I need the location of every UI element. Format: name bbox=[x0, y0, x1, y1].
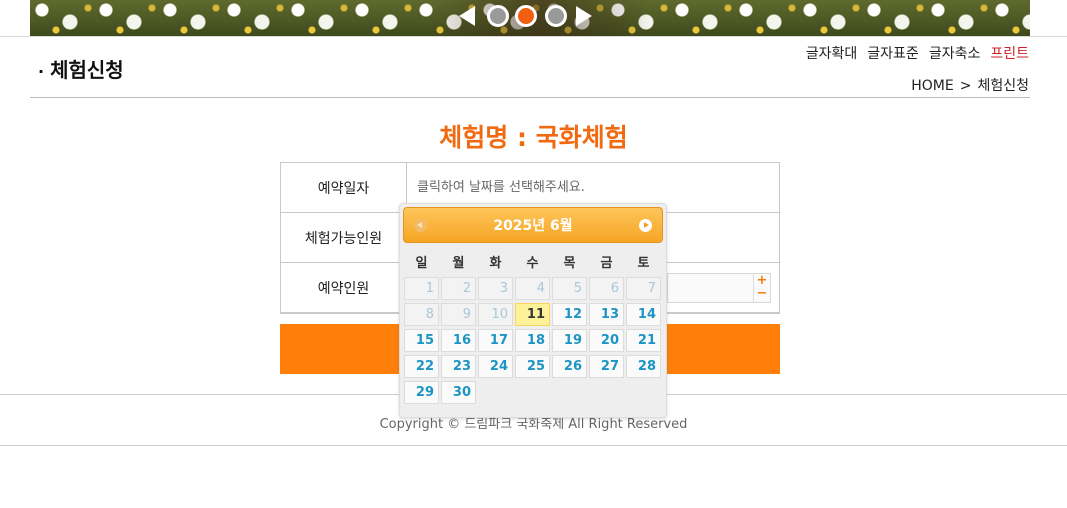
banner-image bbox=[30, 0, 1030, 36]
title-bullet: · bbox=[38, 62, 45, 81]
print-button[interactable]: 프린트 bbox=[990, 43, 1029, 63]
calendar-day[interactable]: 22 bbox=[404, 355, 439, 378]
calendar-day[interactable]: 12 bbox=[552, 303, 587, 326]
people-label: 예약인원 bbox=[317, 280, 370, 297]
datepicker-title: 2025년 6월 bbox=[493, 218, 573, 234]
calendar-day: 7 bbox=[626, 277, 661, 300]
weekday-label: 화 bbox=[489, 256, 502, 271]
prev-month-icon[interactable] bbox=[414, 219, 427, 232]
slide-dot-2[interactable] bbox=[515, 5, 537, 27]
calendar-day[interactable]: 13 bbox=[589, 303, 624, 326]
datepicker-header: 2025년 6월 bbox=[403, 207, 663, 243]
calendar-grid: 1 2 3 4 5 6 7 8 9 10 11 12 13 14 15 16 17 18 19 20 21 22 23 24 2… bbox=[403, 277, 663, 404]
prev-slide-icon[interactable] bbox=[459, 6, 475, 26]
weekday-label: 월 bbox=[452, 256, 465, 271]
calendar-day: 9 bbox=[441, 303, 476, 326]
slide-dot-1[interactable] bbox=[487, 5, 509, 27]
next-month-icon[interactable] bbox=[639, 219, 652, 232]
next-slide-icon[interactable] bbox=[576, 6, 592, 26]
breadcrumb: HOME > 체험신청 bbox=[911, 75, 1029, 95]
footer-divider-bottom bbox=[0, 445, 1067, 446]
calendar-day[interactable]: 18 bbox=[515, 329, 550, 352]
calendar-day[interactable]: 17 bbox=[478, 329, 513, 352]
calendar-day[interactable]: 16 bbox=[441, 329, 476, 352]
breadcrumb-separator: > bbox=[959, 78, 972, 94]
calendar-day[interactable]: 24 bbox=[478, 355, 513, 378]
header-divider bbox=[0, 36, 1067, 37]
quantity-stepper[interactable]: + − bbox=[753, 274, 770, 303]
calendar-day[interactable]: 23 bbox=[441, 355, 476, 378]
calendar-day[interactable]: 20 bbox=[589, 329, 624, 352]
font-reduce-button[interactable]: 글자축소 bbox=[929, 43, 981, 63]
breadcrumb-current: 체험신청 bbox=[977, 78, 1029, 94]
title-divider bbox=[30, 97, 1030, 98]
text-size-tools: 글자확대 글자표준 글자축소 프린트 bbox=[806, 43, 1029, 63]
capacity-label: 체험가능인원 bbox=[304, 230, 383, 247]
calendar-day[interactable]: 25 bbox=[515, 355, 550, 378]
slide-dot-3[interactable] bbox=[545, 5, 567, 27]
calendar-day: 8 bbox=[404, 303, 439, 326]
experience-heading: 체험명 : 국화체험 bbox=[439, 123, 628, 152]
calendar-day[interactable]: 30 bbox=[441, 381, 476, 404]
calendar-day[interactable]: 14 bbox=[626, 303, 661, 326]
calendar-day: 4 bbox=[515, 277, 550, 300]
weekday-label: 수 bbox=[526, 256, 539, 271]
calendar-day: 6 bbox=[589, 277, 624, 300]
calendar-day[interactable]: 29 bbox=[404, 381, 439, 404]
calendar-day[interactable]: 19 bbox=[552, 329, 587, 352]
date-input[interactable] bbox=[417, 180, 747, 195]
calendar-day[interactable]: 21 bbox=[626, 329, 661, 352]
font-enlarge-button[interactable]: 글자확대 bbox=[806, 43, 858, 63]
date-label: 예약일자 bbox=[317, 180, 370, 197]
weekday-label: 일 bbox=[415, 256, 428, 271]
calendar-day: 3 bbox=[478, 277, 513, 300]
font-normal-button[interactable]: 글자표준 bbox=[867, 43, 919, 63]
calendar-day[interactable]: 15 bbox=[404, 329, 439, 352]
calendar-day[interactable]: 28 bbox=[626, 355, 661, 378]
calendar-day: 5 bbox=[552, 277, 587, 300]
calendar-day: 10 bbox=[478, 303, 513, 326]
calendar-day[interactable]: 26 bbox=[552, 355, 587, 378]
weekday-label: 목 bbox=[563, 256, 576, 271]
calendar-day: 1 bbox=[404, 277, 439, 300]
calendar-day[interactable]: 27 bbox=[589, 355, 624, 378]
calendar-day: 2 bbox=[441, 277, 476, 300]
breadcrumb-home[interactable]: HOME bbox=[911, 78, 953, 94]
calendar-day-today[interactable]: 11 bbox=[515, 303, 550, 326]
weekday-header: 일월화수목금토 bbox=[403, 251, 663, 277]
weekday-label: 토 bbox=[637, 256, 650, 271]
decrease-icon[interactable]: − bbox=[754, 287, 770, 300]
page-title: · 체험신청 bbox=[38, 54, 124, 83]
page-title-text: 체험신청 bbox=[50, 58, 124, 82]
weekday-label: 금 bbox=[600, 256, 613, 271]
datepicker-popup: 2025년 6월 일월화수목금토 1 2 3 4 5 6 7 8 9 10 11 12 13 14 15 16… bbox=[399, 203, 667, 418]
